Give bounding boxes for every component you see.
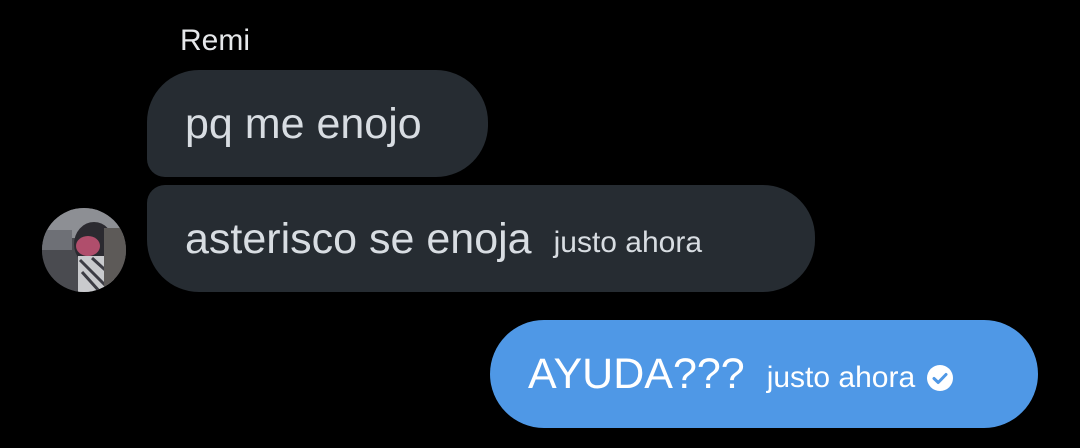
- message-text: asterisco se enoja: [185, 214, 532, 263]
- sender-avatar[interactable]: [42, 208, 126, 292]
- chat-conversation: Remi pq me enojo asterisco se enoja just…: [0, 0, 1080, 448]
- sender-name: Remi: [180, 24, 251, 57]
- message-text: AYUDA???: [528, 350, 745, 398]
- message-bubble-incoming[interactable]: asterisco se enoja justo ahora: [147, 185, 815, 292]
- message-text: pq me enojo: [185, 99, 422, 148]
- read-check-icon: [927, 365, 954, 391]
- message-timestamp: justo ahora: [553, 225, 703, 259]
- message-timestamp: justo ahora: [766, 361, 916, 394]
- message-bubble-incoming[interactable]: pq me enojo: [147, 70, 488, 177]
- message-bubble-outgoing[interactable]: AYUDA??? justo ahora: [490, 320, 1038, 428]
- avatar-image-icon: [42, 208, 126, 292]
